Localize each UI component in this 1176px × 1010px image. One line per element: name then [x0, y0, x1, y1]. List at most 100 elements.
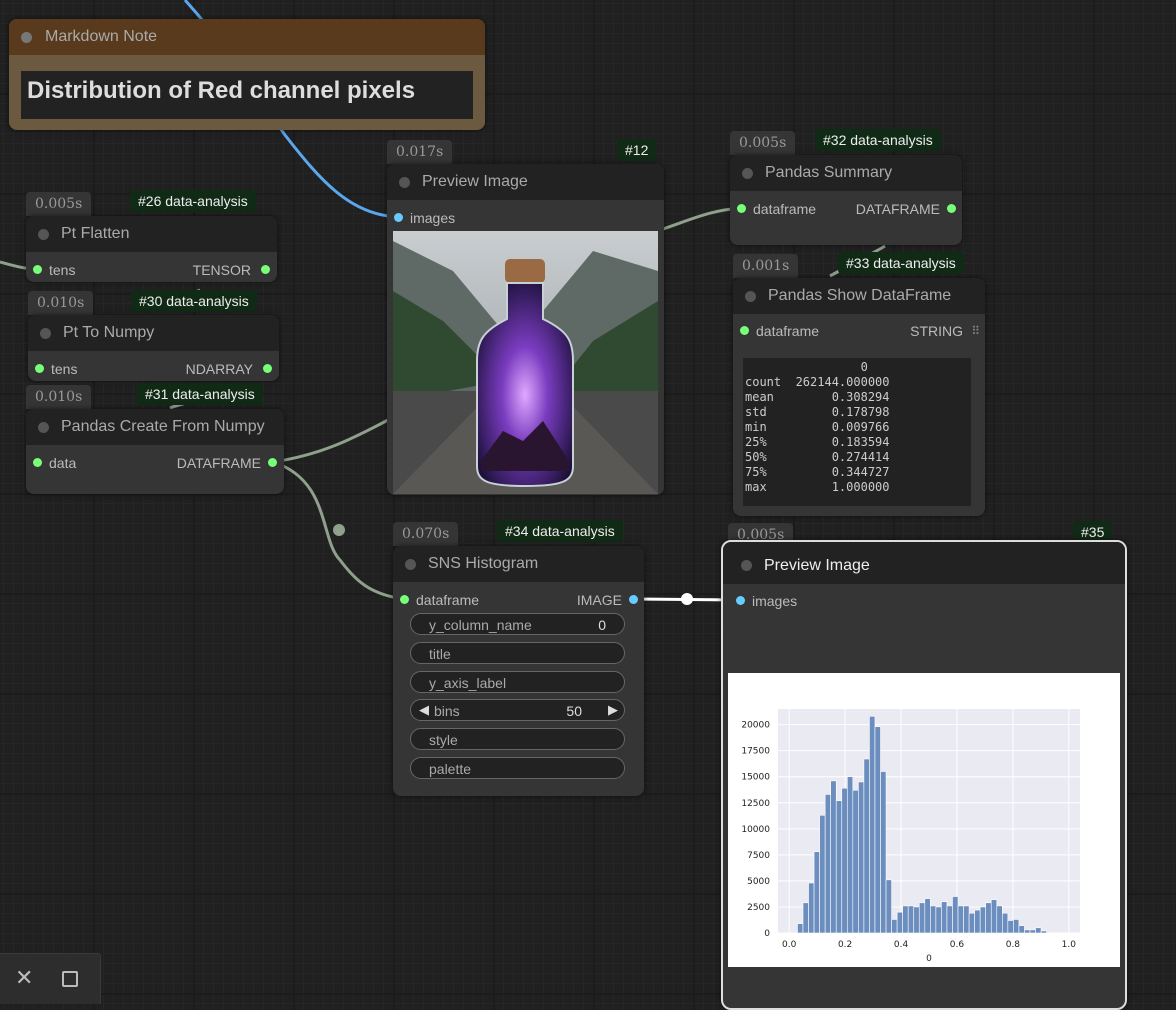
histogram-bar	[924, 898, 931, 934]
x-tick-label: 0.2	[838, 940, 852, 950]
collapse-dot[interactable]	[38, 422, 49, 433]
collapse-dot[interactable]	[21, 32, 32, 43]
node-tag: #12	[617, 139, 657, 161]
grid-icon[interactable]: ⠿	[971, 324, 980, 338]
x-tick-label: 1.0	[1062, 940, 1077, 950]
palette-widget[interactable]: palette	[410, 757, 625, 779]
bins-widget[interactable]: ◀ bins 50 ▶	[410, 699, 625, 721]
histogram-bar	[880, 771, 887, 934]
pandas-create-from-numpy-node[interactable]: Pandas Create From Numpy data DATAFRAME	[26, 409, 284, 494]
y-column-name-widget[interactable]: y_column_name 0	[410, 613, 625, 635]
output-label: TENSOR	[192, 262, 251, 278]
widget-label: bins	[434, 703, 460, 719]
node-title: Preview Image	[422, 173, 528, 190]
title-widget[interactable]: title	[410, 642, 625, 664]
histogram-bar	[852, 789, 859, 934]
y-tick-label: 7500	[747, 851, 770, 861]
histogram-bar	[874, 726, 881, 934]
input-pin[interactable]	[35, 364, 44, 373]
preview-image-node-35[interactable]: Preview Image images 0.0 0.2 0.4 0.6 0.8 1.0 0…	[721, 540, 1127, 1010]
square-icon[interactable]	[62, 971, 78, 987]
y-tick-label: 20000	[741, 721, 770, 731]
y-tick-label: 15000	[741, 773, 770, 783]
histogram-bar	[819, 814, 826, 934]
collapse-dot[interactable]	[745, 291, 756, 302]
node-title: SNS Histogram	[428, 555, 539, 572]
y-tick-label: 2500	[747, 903, 770, 913]
node-title: Pandas Create From Numpy	[61, 418, 265, 435]
output-label: DATAFRAME	[855, 201, 940, 217]
histogram-bar	[797, 923, 804, 934]
widget-value: 50	[566, 703, 582, 719]
style-widget[interactable]: style	[410, 728, 625, 750]
y-axis-label-widget[interactable]: y_axis_label	[410, 671, 625, 693]
preview-image-node-12[interactable]: Preview Image images	[387, 164, 664, 495]
histogram-bar	[869, 715, 876, 934]
reroute-dot[interactable]	[333, 524, 345, 536]
histogram-bar	[963, 905, 970, 934]
histogram-chart[interactable]: 0.0 0.2 0.4 0.6 0.8 1.0 0 2500 5000 7500 10000 1250…	[728, 673, 1120, 967]
histogram-bar	[1007, 920, 1014, 934]
link-create-to-preview-12	[272, 418, 389, 464]
sns-histogram-node[interactable]: SNS Histogram dataframe IMAGE y_column_n…	[393, 546, 644, 796]
dataframe-output: 0 count 262144.000000 mean 0.308294 std …	[743, 358, 971, 506]
histogram-bar	[913, 906, 920, 934]
y-tick-label: 0	[764, 929, 770, 939]
histogram-bar	[824, 794, 831, 934]
node-tag: #33 data-analysis	[838, 252, 964, 274]
collapse-dot[interactable]	[742, 168, 753, 179]
collapse-dot[interactable]	[399, 177, 410, 188]
histogram-bar	[808, 882, 815, 934]
increment-arrow-icon[interactable]: ▶	[608, 702, 618, 718]
collapse-dot[interactable]	[38, 229, 49, 240]
input-pin[interactable]	[400, 595, 409, 604]
x-axis-label: 0	[926, 954, 932, 964]
histogram-bar	[1024, 929, 1031, 934]
histogram-bar	[885, 879, 892, 934]
output-label: NDARRAY	[185, 361, 253, 377]
collapse-dot[interactable]	[40, 328, 51, 339]
output-pin[interactable]	[268, 458, 277, 467]
collapse-dot[interactable]	[405, 559, 416, 570]
y-tick-label: 12500	[741, 799, 770, 809]
output-pin[interactable]	[947, 204, 956, 213]
input-pin[interactable]	[33, 265, 42, 274]
node-title: Preview Image	[764, 557, 870, 574]
histogram-bar	[863, 758, 870, 934]
input-pin[interactable]	[736, 596, 745, 605]
node-time-badge: 0.017s	[387, 140, 453, 164]
input-pin[interactable]	[737, 204, 746, 213]
node-tag: #30 data-analysis	[131, 290, 257, 312]
preview-image-bottle[interactable]	[393, 231, 658, 494]
node-time-badge: 0.070s	[393, 522, 459, 546]
pt-to-numpy-node[interactable]: Pt To Numpy tens NDARRAY	[28, 315, 279, 381]
widget-label: y_axis_label	[429, 675, 507, 691]
histogram-bar	[968, 912, 975, 934]
node-time-badge: 0.005s	[730, 131, 796, 155]
widget-label: title	[429, 646, 451, 662]
output-label: IMAGE	[576, 592, 622, 608]
node-title: Pandas Show DataFrame	[768, 287, 952, 304]
close-icon[interactable]: ✕	[15, 967, 33, 989]
markdown-content[interactable]: Distribution of Red channel pixels	[21, 71, 473, 119]
output-label: DATAFRAME	[176, 455, 261, 471]
output-pin[interactable]	[629, 595, 638, 604]
input-pin[interactable]	[394, 213, 403, 222]
pt-flatten-node[interactable]: Pt Flatten tens TENSOR	[26, 216, 277, 282]
collapse-dot[interactable]	[741, 560, 752, 571]
output-pin[interactable]	[263, 364, 272, 373]
pandas-show-dataframe-node[interactable]: Pandas Show DataFrame dataframe STRING ⠿…	[733, 278, 985, 516]
link-midpoint-dot[interactable]	[681, 593, 693, 605]
histogram-bar	[813, 851, 820, 934]
histogram-bar	[946, 905, 953, 934]
input-pin[interactable]	[33, 458, 42, 467]
histogram-bar	[896, 911, 903, 934]
markdown-note-node[interactable]: Markdown Note Distribution of Red channe…	[9, 19, 485, 130]
decrement-arrow-icon[interactable]: ◀	[419, 702, 429, 718]
input-pin[interactable]	[740, 326, 749, 335]
widget-value: 0	[598, 617, 606, 633]
pandas-summary-node[interactable]: Pandas Summary dataframe DATAFRAME	[730, 155, 962, 245]
input-label: images	[752, 593, 798, 609]
histogram-bar	[918, 902, 926, 934]
output-pin[interactable]	[261, 265, 270, 274]
